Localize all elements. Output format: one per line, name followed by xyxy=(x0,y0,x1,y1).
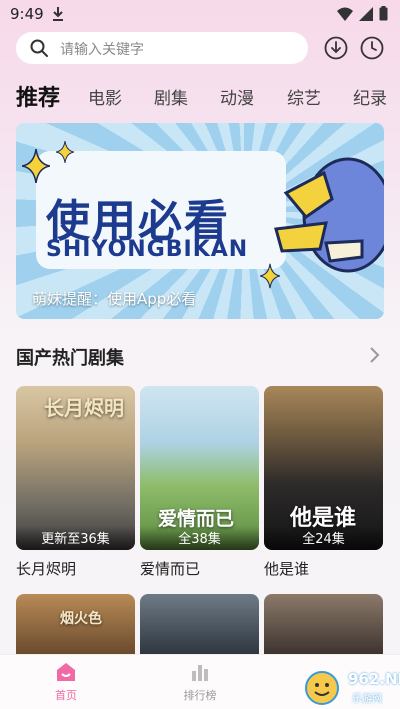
nav-ranking[interactable]: 排行榜 xyxy=(170,661,230,703)
battery-icon xyxy=(379,6,388,21)
history-icon[interactable] xyxy=(360,36,384,60)
episode-badge: 更新至36集 xyxy=(16,526,135,550)
tab-movies[interactable]: 电影 xyxy=(88,84,122,109)
chevron-right-icon[interactable] xyxy=(368,346,380,364)
signal-icon xyxy=(359,6,373,21)
nav-home[interactable]: 首页 xyxy=(36,661,96,703)
tab-recommend[interactable]: 推荐 xyxy=(16,80,60,112)
search-placeholder: 请输入关键字 xyxy=(60,42,144,58)
poster-card[interactable]: 长月烬明 更新至36集 xyxy=(16,386,135,550)
search-icon xyxy=(30,39,48,57)
watermark-subtext: 乐游网 xyxy=(352,694,382,705)
search-input[interactable]: 请输入关键字 xyxy=(16,32,308,64)
sparkle-icon xyxy=(22,149,50,183)
poster-card[interactable]: 爱情而已 全38集 xyxy=(140,386,259,550)
poster-card[interactable]: 烟火色 xyxy=(16,594,135,654)
tab-anime[interactable]: 动漫 xyxy=(220,84,254,109)
status-time: 9:49 xyxy=(10,5,44,23)
sparkle-icon xyxy=(260,263,280,289)
section-title: 国产热门剧集 xyxy=(16,348,124,369)
download-icon[interactable] xyxy=(324,36,348,60)
poster-card[interactable] xyxy=(140,594,259,654)
download-status-icon xyxy=(53,7,63,21)
watermark-text: 962.NET xyxy=(348,670,400,688)
nav-home-label: 首页 xyxy=(55,689,77,702)
poster-title-art: 烟火色 xyxy=(60,611,102,627)
banner-subtitle: SHIYONGBIKAN xyxy=(46,237,249,262)
poster-title[interactable]: 他是谁 xyxy=(264,558,309,579)
poster-title-art: 长月烬明 xyxy=(44,396,124,420)
poster-card[interactable]: 他是谁 全24集 xyxy=(264,386,383,550)
episode-badge: 全24集 xyxy=(264,526,383,550)
poster-card[interactable] xyxy=(264,594,383,654)
tab-variety[interactable]: 综艺 xyxy=(287,84,321,109)
tab-series[interactable]: 剧集 xyxy=(154,84,188,109)
sparkle-icon xyxy=(56,141,74,163)
banner[interactable]: 使用必看 SHIYONGBIKAN 萌妹提醒：使用App必看 xyxy=(16,123,384,319)
episode-badge: 全38集 xyxy=(140,526,259,550)
tab-documentary[interactable]: 纪录 xyxy=(353,84,387,109)
banner-caption: 萌妹提醒：使用App必看 xyxy=(32,290,197,308)
home-icon xyxy=(57,663,75,681)
wifi-icon xyxy=(337,7,353,21)
poster-title[interactable]: 长月烬明 xyxy=(16,558,76,579)
nav-ranking-label: 排行榜 xyxy=(183,689,217,702)
bar-chart-icon xyxy=(192,665,208,681)
poster-title[interactable]: 爱情而已 xyxy=(140,558,200,579)
status-bar: 9:49 xyxy=(0,0,400,28)
megaphone-illustration xyxy=(274,157,384,273)
category-tabs: 推荐 电影 剧集 动漫 综艺 纪录 xyxy=(0,80,400,112)
